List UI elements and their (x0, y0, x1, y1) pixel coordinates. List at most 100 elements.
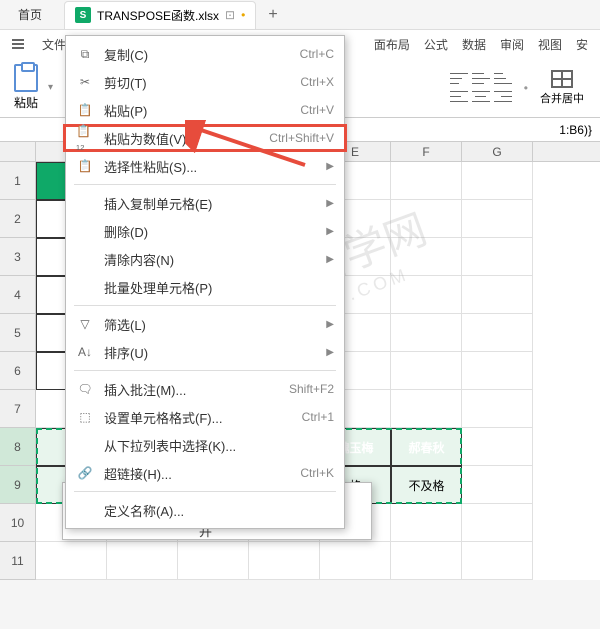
tab-file-current[interactable]: S TRANSPOSE函数.xlsx ⊡ • (64, 1, 256, 29)
row-header[interactable]: 1 (0, 162, 36, 200)
col-header[interactable]: G (462, 142, 533, 161)
cell[interactable] (462, 352, 533, 390)
align-top-icon[interactable] (450, 72, 468, 86)
cell[interactable] (462, 314, 533, 352)
menu-view[interactable]: 视图 (534, 34, 566, 55)
paste-button[interactable]: 粘贴 (8, 62, 44, 113)
row-header[interactable]: 9 (0, 466, 36, 504)
cell[interactable] (107, 542, 178, 580)
ctx-item[interactable]: 📋选择性粘贴(S)...▶ (66, 152, 344, 180)
cell[interactable] (462, 428, 533, 466)
ctx-label: 插入批注(M)... (104, 380, 279, 399)
ctx-item[interactable]: ⧉复制(C)Ctrl+C (66, 40, 344, 68)
row-header[interactable]: 8 (0, 428, 36, 466)
cell[interactable] (320, 542, 391, 580)
blank-icon (76, 222, 94, 240)
cell[interactable] (391, 238, 462, 276)
cell[interactable] (462, 162, 533, 200)
ctx-item[interactable]: 📋₁₂粘贴为数值(V)Ctrl+Shift+V (63, 124, 347, 152)
cell[interactable] (462, 238, 533, 276)
cut-icon: ✂ (76, 73, 94, 91)
menu-review[interactable]: 审阅 (496, 34, 528, 55)
blank-icon (76, 250, 94, 268)
cell[interactable] (462, 542, 533, 580)
ctx-item[interactable]: 🗨 插入批注(M)... Shift+F2 (66, 375, 344, 403)
ctx-label: 剪切(T) (104, 73, 290, 92)
ctx-label: 插入复制单元格(E) (104, 194, 316, 213)
ctx-item[interactable]: A↓排序(U)▶ (66, 338, 344, 366)
align-middle-icon[interactable] (472, 72, 490, 86)
ctx-item[interactable]: 删除(D)▶ (66, 217, 344, 245)
align-center-icon[interactable] (472, 90, 490, 104)
ctx-label: 粘贴(P) (104, 101, 290, 120)
ctx-item[interactable]: 清除内容(N)▶ (66, 245, 344, 273)
row-header[interactable]: 5 (0, 314, 36, 352)
row-header[interactable]: 6 (0, 352, 36, 390)
row-header[interactable]: 10 (0, 504, 36, 542)
cell[interactable] (249, 542, 320, 580)
cell[interactable] (391, 314, 462, 352)
select-all-corner[interactable] (0, 142, 36, 161)
row-header[interactable]: 2 (0, 200, 36, 238)
cell[interactable]: 郝春秋 (391, 428, 462, 466)
cell[interactable] (462, 200, 533, 238)
link-icon: 🔗 (76, 464, 94, 482)
ctx-item[interactable]: 定义名称(A)... (66, 496, 344, 524)
chevron-right-icon: ▶ (326, 198, 334, 209)
hamburger-icon[interactable] (8, 37, 28, 51)
ctx-shortcut: Ctrl+1 (302, 410, 334, 424)
ctx-item[interactable]: ✂剪切(T)Ctrl+X (66, 68, 344, 96)
cell[interactable] (391, 352, 462, 390)
ctx-item[interactable]: 从下拉列表中选择(K)... (66, 431, 344, 459)
comment-icon: 🗨 (76, 380, 94, 398)
chevron-right-icon: ▶ (326, 254, 334, 265)
cell[interactable] (462, 504, 533, 542)
row-header[interactable]: 3 (0, 238, 36, 276)
alignment-group (450, 72, 512, 104)
merge-icon (551, 70, 573, 88)
row-header[interactable]: 11 (0, 542, 36, 580)
cell[interactable] (391, 542, 462, 580)
filter-icon: ▽ (76, 315, 94, 333)
ctx-item[interactable]: 插入复制单元格(E) ▶ (66, 189, 344, 217)
merge-center-button[interactable]: 合并居中 (532, 70, 592, 106)
cell[interactable]: 不及格 (391, 466, 462, 504)
cell[interactable] (391, 276, 462, 314)
align-left-icon[interactable] (450, 90, 468, 104)
menu-layout[interactable]: 面布局 (370, 34, 414, 55)
cell[interactable] (36, 542, 107, 580)
row-header[interactable]: 7 (0, 390, 36, 428)
ctx-item[interactable]: 🔗超链接(H)...Ctrl+K (66, 459, 344, 487)
cell[interactable] (462, 390, 533, 428)
col-header[interactable]: F (391, 142, 462, 161)
tab-home[interactable]: 首页 (0, 0, 60, 29)
ctx-item[interactable]: ⬚设置单元格格式(F)...Ctrl+1 (66, 403, 344, 431)
clipboard-icon (14, 64, 38, 92)
menu-data[interactable]: 数据 (458, 34, 490, 55)
cell[interactable] (462, 466, 533, 504)
ctx-item[interactable]: 📋粘贴(P)Ctrl+V (66, 96, 344, 124)
row-header[interactable]: 4 (0, 276, 36, 314)
formula-text[interactable]: 1:B6)} (559, 123, 592, 137)
cell[interactable] (178, 542, 249, 580)
cell[interactable] (462, 276, 533, 314)
align-right-icon[interactable] (494, 90, 512, 104)
merge-label: 合并居中 (540, 90, 584, 106)
cell[interactable] (391, 504, 462, 542)
tab-add[interactable]: + (268, 6, 277, 24)
tab-modified-icon: • (241, 8, 245, 22)
ctx-shortcut: Shift+F2 (289, 382, 334, 396)
ctx-shortcut: Ctrl+K (300, 466, 334, 480)
ctx-item[interactable]: ▽筛选(L)▶ (66, 310, 344, 338)
cell[interactable] (391, 162, 462, 200)
tab-menu-icon[interactable]: ⊡ (225, 8, 235, 22)
spreadsheet-icon: S (75, 7, 91, 23)
ctx-item[interactable]: 批量处理单元格(P) (66, 273, 344, 301)
cell[interactable] (391, 390, 462, 428)
tab-filename: TRANSPOSE函数.xlsx (97, 7, 219, 24)
ctx-label: 删除(D) (104, 222, 316, 241)
menu-security[interactable]: 安 (572, 34, 592, 55)
align-bottom-icon[interactable] (494, 72, 512, 86)
cell[interactable] (391, 200, 462, 238)
menu-formula[interactable]: 公式 (420, 34, 452, 55)
